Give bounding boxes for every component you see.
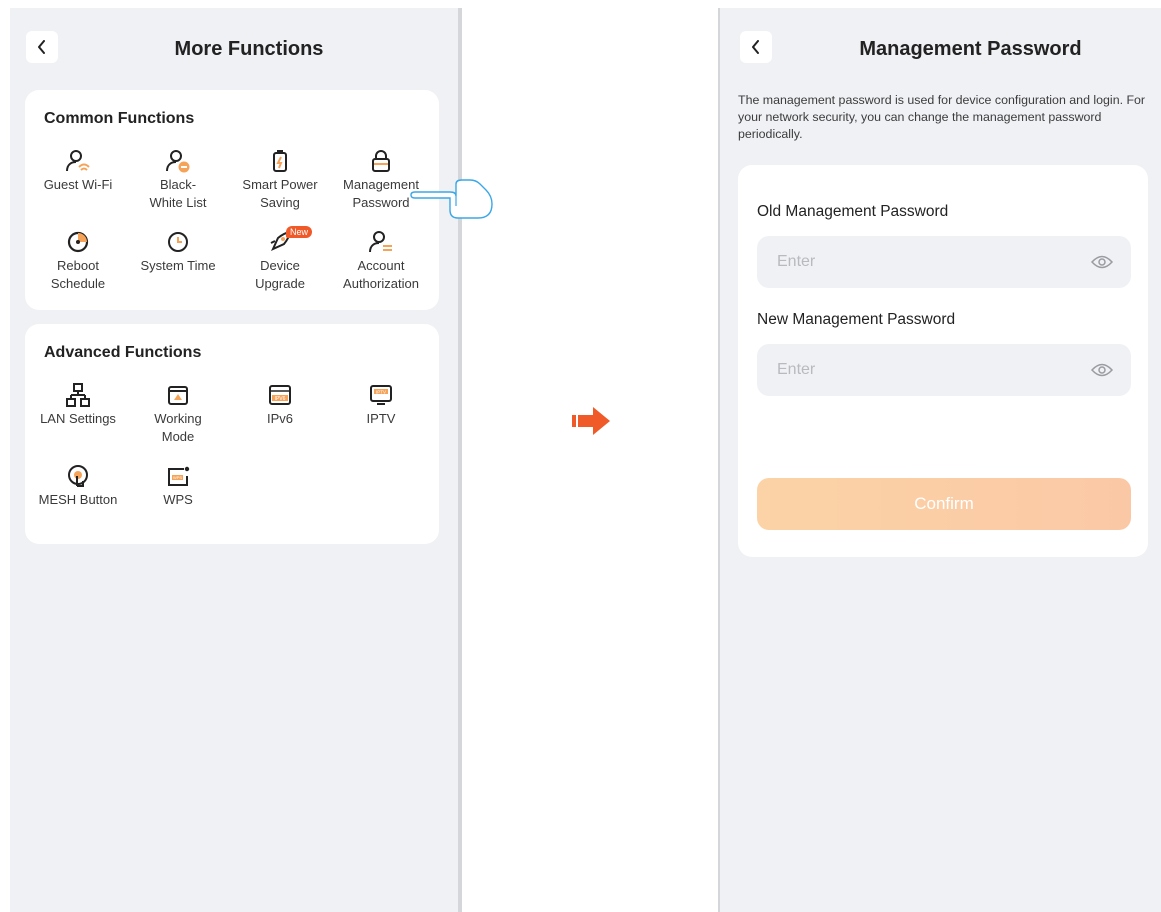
advanced-functions-card: Advanced Functions LAN Settings Working … [25, 324, 439, 544]
old-password-field[interactable] [757, 236, 1131, 288]
function-label: LAN Settings [40, 411, 116, 426]
management-password-screen: Management Password The management passw… [718, 8, 1161, 912]
wps-icon: WPS [168, 466, 190, 486]
function-label: WPS [163, 492, 193, 507]
function-label: Device Upgrade [255, 258, 305, 291]
clock-icon [168, 232, 188, 252]
pointing-hand-icon [410, 179, 493, 219]
reboot-schedule-icon [67, 231, 89, 253]
iptv-icon-text: IPTV [376, 389, 386, 394]
old-password-input[interactable] [775, 252, 1059, 272]
wps-icon-text: WPS [173, 475, 182, 480]
more-functions-screen: More Functions Common Functions Guest Wi… [10, 8, 493, 912]
function-reboot-schedule[interactable]: Reboot Schedule [28, 228, 128, 293]
function-label: Guest Wi-Fi [43, 177, 113, 192]
description-text: The management password is used for devi… [738, 93, 1146, 141]
new-password-input[interactable] [775, 360, 1059, 380]
header: More Functions [10, 8, 458, 94]
header: Management Password [720, 8, 1161, 94]
function-smart-power-saving[interactable]: Smart Power Saving [230, 147, 330, 212]
eye-icon[interactable] [1091, 254, 1113, 270]
function-wps[interactable]: WPS WPS [128, 462, 228, 509]
function-label: Working Mode [154, 411, 202, 444]
function-working-mode[interactable]: Working Mode [128, 381, 228, 446]
function-mesh-button[interactable]: MESH Button [28, 462, 128, 509]
ipv6-icon-text: IPV6 [275, 396, 286, 402]
new-badge: New [286, 226, 313, 238]
page-title: Management Password [859, 38, 1082, 60]
function-system-time[interactable]: System Time [128, 228, 228, 275]
function-label: Reboot Schedule [50, 258, 106, 291]
function-label: Black- White List [149, 177, 207, 210]
iptv-icon: IPTV [370, 385, 392, 405]
page-title: More Functions [174, 38, 324, 60]
common-functions-card: Common Functions Guest Wi-Fi Black- Whit… [25, 90, 439, 310]
password-form-card: Old Management Password New Management P… [738, 165, 1148, 557]
eye-icon[interactable] [1091, 362, 1113, 378]
function-device-upgrade[interactable]: New Device Upgrade [230, 226, 330, 293]
function-label: MESH Button [38, 492, 118, 507]
lan-icon [66, 383, 90, 407]
function-account-authorization[interactable]: Account Authorization [331, 228, 431, 293]
function-black-white-list[interactable]: Black- White List [128, 147, 228, 212]
new-password-field[interactable] [757, 344, 1131, 396]
function-ipv6[interactable]: IPV6 IPv6 [230, 381, 330, 428]
working-mode-icon [168, 386, 188, 405]
function-iptv[interactable]: IPTV IPTV [331, 381, 431, 428]
black-white-list-icon [166, 150, 190, 173]
function-label: Smart Power Saving [242, 177, 318, 210]
guest-wifi-icon [66, 150, 90, 172]
function-label: System Time [140, 258, 216, 273]
account-authorization-icon [369, 231, 392, 253]
old-password-label: Old Management Password [757, 203, 949, 220]
new-password-label: New Management Password [757, 311, 956, 328]
function-label: IPv6 [266, 411, 293, 426]
lock-icon [372, 150, 390, 172]
mesh-button-icon [68, 465, 88, 487]
function-label: IPTV [366, 411, 396, 426]
function-label: Account Authorization [343, 258, 419, 291]
function-guest-wifi[interactable]: Guest Wi-Fi [28, 147, 128, 194]
function-lan-settings[interactable]: LAN Settings [28, 381, 128, 428]
confirm-button[interactable]: Confirm [757, 478, 1131, 530]
section-title-advanced: Advanced Functions [44, 344, 202, 361]
power-saving-icon [273, 150, 287, 172]
arrow-right-icon [572, 407, 610, 435]
ipv6-icon: IPV6 [269, 385, 291, 405]
section-title-common: Common Functions [44, 110, 195, 127]
